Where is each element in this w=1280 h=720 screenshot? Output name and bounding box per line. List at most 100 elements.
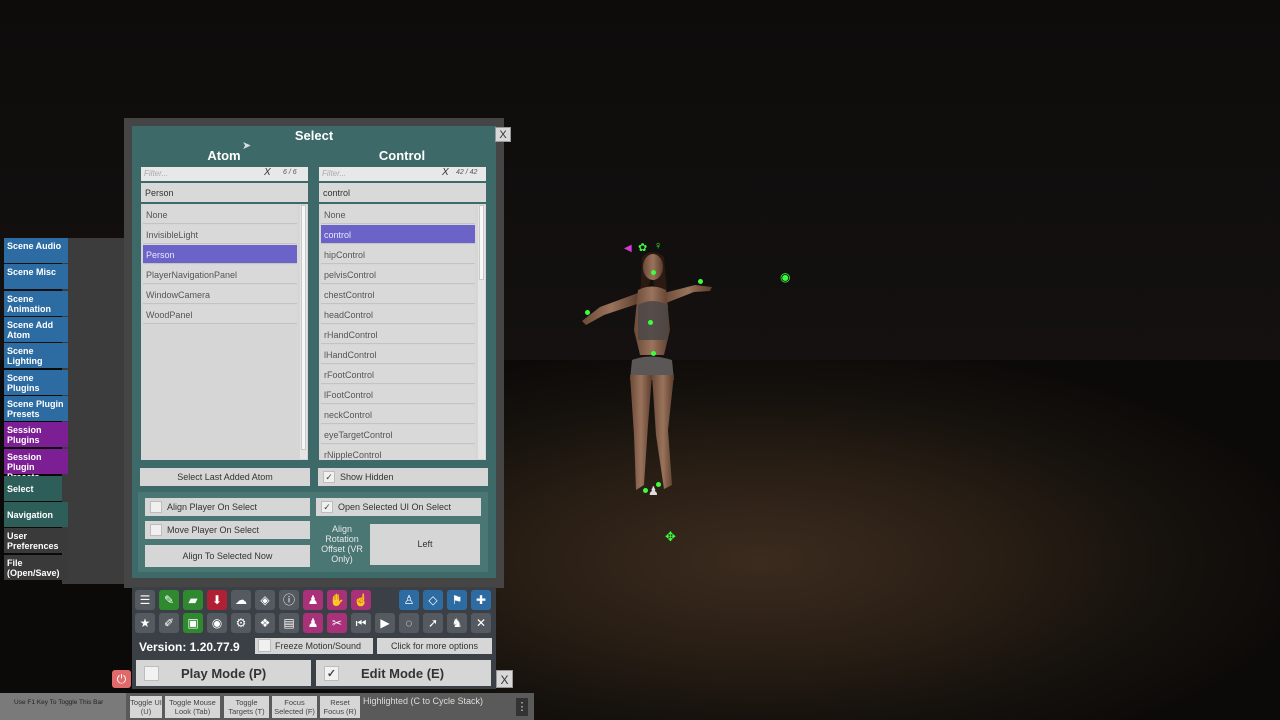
- control-list-scrollbar[interactable]: [478, 205, 485, 459]
- list-item[interactable]: None: [321, 205, 475, 224]
- person-add-icon[interactable]: ♟: [303, 613, 323, 633]
- star-icon[interactable]: ★: [135, 613, 155, 633]
- unity-icon[interactable]: ◇: [423, 590, 443, 610]
- open-folder-icon[interactable]: ▰: [183, 590, 203, 610]
- eraser-icon[interactable]: ✂: [327, 613, 347, 633]
- sidebar-item-scene-lighting[interactable]: Scene Lighting: [4, 343, 68, 368]
- show-hidden-checkbox[interactable]: ✓ Show Hidden: [318, 468, 488, 486]
- sidebar-item-scene-audio[interactable]: Scene Audio: [4, 238, 68, 263]
- document-icon[interactable]: ▤: [279, 613, 299, 633]
- sidebar-item-session-plugin-presets[interactable]: Session Plugin Presets: [4, 449, 68, 482]
- hand-icon[interactable]: ✋: [327, 590, 347, 610]
- atom-list[interactable]: None InvisibleLight Person PlayerNavigat…: [141, 204, 308, 460]
- open-selected-ui-checkbox[interactable]: ✓ Open Selected UI On Select: [316, 498, 481, 516]
- list-item[interactable]: rNippleControl: [321, 445, 475, 460]
- package-open-icon[interactable]: ❖: [255, 613, 275, 633]
- bottom-bar-menu-icon[interactable]: ⋮: [516, 698, 528, 716]
- sidebar-item-file[interactable]: File (Open/Save): [4, 555, 68, 580]
- list-item[interactable]: hipControl: [321, 245, 475, 264]
- toolbar-close-button[interactable]: X: [496, 670, 513, 688]
- list-item[interactable]: chestControl: [321, 285, 475, 304]
- list-item[interactable]: InvisibleLight: [143, 225, 297, 244]
- timer-icon[interactable]: ◌: [399, 613, 419, 633]
- list-item[interactable]: PlayerNavigationPanel: [143, 265, 297, 284]
- rewind-icon[interactable]: ⏮: [351, 613, 371, 633]
- list-item[interactable]: lFootControl: [321, 385, 475, 404]
- panel-title: Select: [294, 128, 334, 143]
- select-last-added-atom-button[interactable]: Select Last Added Atom: [140, 468, 310, 486]
- play-icon[interactable]: ▶: [375, 613, 395, 633]
- save-scene-icon[interactable]: ⬇: [207, 590, 227, 610]
- move-player-on-select-checkbox[interactable]: Move Player On Select: [145, 521, 310, 539]
- list-item[interactable]: lHandControl: [321, 345, 475, 364]
- control-filter-clear-button[interactable]: X: [442, 167, 449, 178]
- edit-scene-icon[interactable]: ✎: [159, 590, 179, 610]
- power-icon[interactable]: ⏻: [112, 670, 131, 688]
- toggle-ui-button[interactable]: Toggle UI (U): [130, 696, 162, 718]
- flag-icon[interactable]: ⚑: [447, 590, 467, 610]
- freeze-motion-checkbox[interactable]: Freeze Motion/Sound: [255, 638, 373, 654]
- atom-list-scrollbar[interactable]: [300, 205, 307, 459]
- control-heading: Control: [378, 148, 426, 163]
- list-item[interactable]: pelvisControl: [321, 265, 475, 284]
- group-icon[interactable]: ♞: [447, 613, 467, 633]
- plus-icon[interactable]: ✚: [471, 590, 491, 610]
- align-to-selected-now-button[interactable]: Align To Selected Now: [145, 545, 310, 567]
- list-item[interactable]: WoodPanel: [143, 305, 297, 324]
- light-marker-icon: ✿: [638, 242, 648, 254]
- control-filter-input[interactable]: Filter... X 42 / 42: [319, 167, 486, 181]
- atom-list-scroll-thumb[interactable]: [301, 205, 306, 450]
- package-icon[interactable]: ◈: [255, 590, 275, 610]
- edit-icon[interactable]: ✐: [159, 613, 179, 633]
- plugins-icon[interactable]: ⚙: [231, 613, 251, 633]
- sidebar-item-select[interactable]: Select: [4, 476, 62, 501]
- person-icon[interactable]: ♙: [399, 590, 419, 610]
- focus-selected-button[interactable]: Focus Selected (F): [272, 696, 317, 718]
- align-player-on-select-checkbox[interactable]: Align Player On Select: [145, 498, 310, 516]
- sidebar-item-scene-plugin-presets[interactable]: Scene Plugin Presets: [4, 396, 68, 421]
- pointer-icon[interactable]: ➚: [423, 613, 443, 633]
- list-item[interactable]: neckControl: [321, 405, 475, 424]
- list-item[interactable]: eyeTargetControl: [321, 425, 475, 444]
- sidebar-item-scene-add-atom[interactable]: Scene Add Atom: [4, 317, 68, 342]
- control-list[interactable]: None control hipControl pelvisControl ch…: [319, 204, 486, 460]
- panel-close-button[interactable]: X: [495, 127, 511, 142]
- list-item[interactable]: rHandControl: [321, 325, 475, 344]
- sidebar-item-scene-plugins[interactable]: Scene Plugins: [4, 370, 68, 395]
- atom-filter-clear-button[interactable]: X: [264, 167, 271, 178]
- sidebar-item-navigation[interactable]: Navigation: [4, 502, 68, 527]
- tools-icon[interactable]: ✕: [471, 613, 491, 633]
- screenshot-icon[interactable]: ▣: [183, 613, 203, 633]
- control-filter-count: 42 / 42: [456, 169, 478, 176]
- eye-target-icon[interactable]: ◉: [780, 270, 790, 284]
- control-list-scroll-thumb[interactable]: [479, 205, 484, 280]
- toggle-mouse-look-button[interactable]: Toggle Mouse Look (Tab): [165, 696, 220, 718]
- move-handle-icon[interactable]: ✥: [665, 529, 676, 545]
- play-mode-button[interactable]: Play Mode (P): [136, 660, 311, 686]
- list-item[interactable]: headControl: [321, 305, 475, 324]
- person-figure[interactable]: [560, 235, 730, 510]
- touch-icon[interactable]: ☝: [351, 590, 371, 610]
- cloud-download-icon[interactable]: ☁: [231, 590, 251, 610]
- list-item[interactable]: WindowCamera: [143, 285, 297, 304]
- atom-filter-input[interactable]: Filter... X 6 / 6: [141, 167, 308, 181]
- sidebar-item-user-preferences[interactable]: User Preferences: [4, 528, 68, 553]
- move-player-label: Move Player On Select: [167, 525, 260, 535]
- list-item[interactable]: rFootControl: [321, 365, 475, 384]
- info-icon[interactable]: ⓘ: [279, 590, 299, 610]
- list-item[interactable]: None: [143, 205, 297, 224]
- edit-mode-button[interactable]: ✓ Edit Mode (E): [316, 660, 491, 686]
- reset-focus-button[interactable]: Reset Focus (R): [320, 696, 360, 718]
- sidebar-item-scene-misc[interactable]: Scene Misc: [4, 264, 68, 289]
- align-rotation-offset-button[interactable]: Left: [370, 524, 480, 565]
- sidebar-item-session-plugins[interactable]: Session Plugins: [4, 422, 68, 447]
- more-options-button[interactable]: Click for more options: [377, 638, 492, 654]
- toggle-targets-button[interactable]: Toggle Targets (T): [224, 696, 269, 718]
- person-settings-icon[interactable]: ♟: [303, 590, 323, 610]
- list-item[interactable]: control: [321, 225, 475, 244]
- list-item[interactable]: Person: [143, 245, 297, 264]
- sidebar-item-scene-animation[interactable]: Scene Animation: [4, 291, 68, 316]
- play-mode-box: [144, 666, 159, 681]
- camera-icon[interactable]: ◉: [207, 613, 227, 633]
- menu-icon[interactable]: ☰: [135, 590, 155, 610]
